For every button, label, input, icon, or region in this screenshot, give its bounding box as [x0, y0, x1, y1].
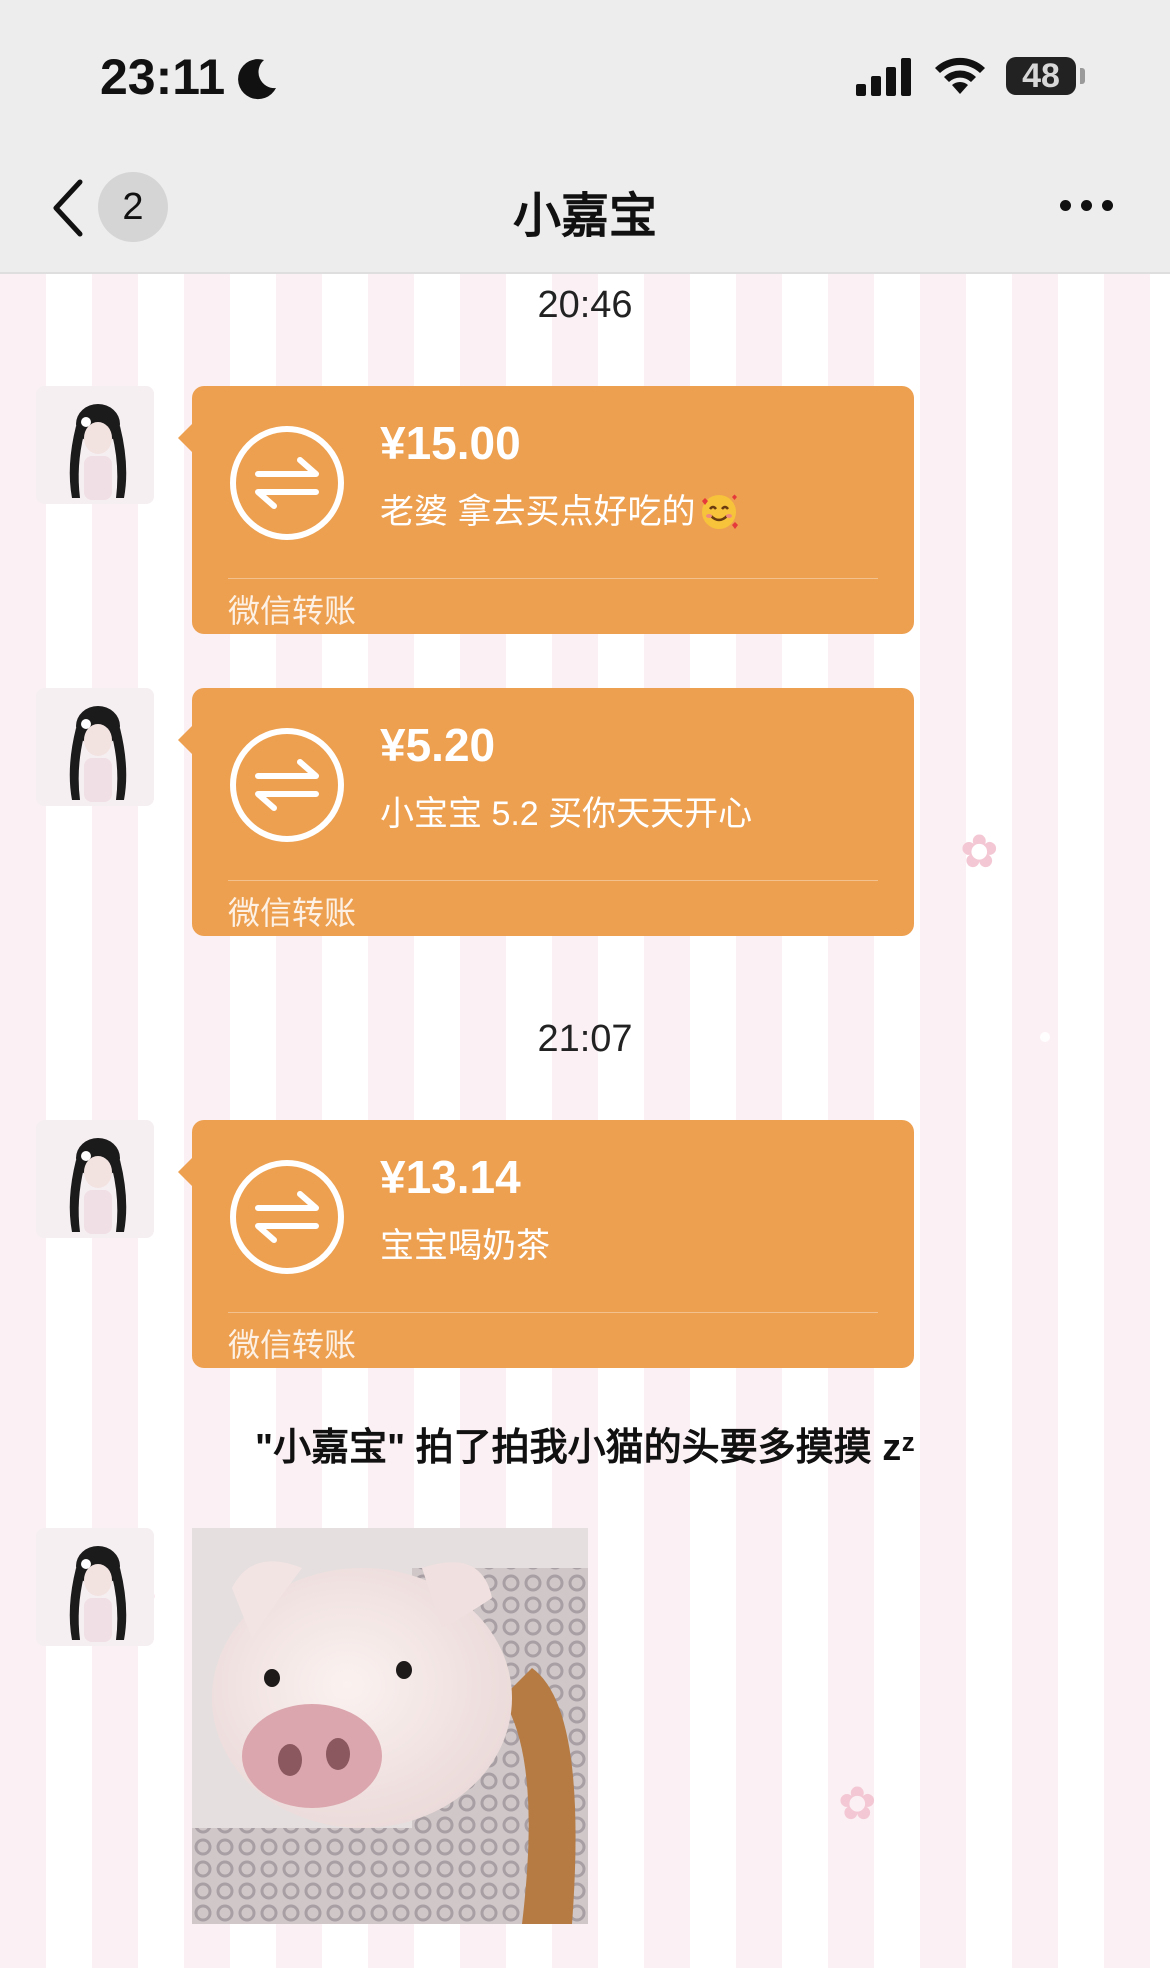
- divider: [228, 1312, 878, 1313]
- signal-icon: [856, 58, 911, 96]
- piglet-photo: [192, 1528, 588, 1924]
- transfer-note: 老婆 拿去买点好吃的: [380, 484, 739, 533]
- image-message[interactable]: [192, 1528, 588, 1924]
- transfer-arrows-icon: [230, 426, 344, 540]
- transfer-note: 宝宝喝奶茶: [380, 1227, 550, 1265]
- more-dots-icon: [1102, 200, 1113, 211]
- message-timestamp: 20:46: [537, 284, 633, 326]
- top-bar: 23:11 48 2 小嘉宝: [0, 0, 1170, 274]
- battery-icon: 48: [1006, 57, 1076, 95]
- contact-avatar[interactable]: [36, 386, 154, 504]
- transfer-type-label: 微信转账: [228, 593, 357, 629]
- battery-tip: [1080, 68, 1085, 84]
- transfer-note-text: 老婆 拿去买点好吃的: [380, 493, 696, 531]
- transfer-note: 小宝宝 5.2 买你天天开心: [380, 795, 753, 833]
- divider: [228, 880, 878, 881]
- chat-title: 小嘉宝: [512, 190, 657, 243]
- transfer-arrows-icon: [230, 1160, 344, 1274]
- moon-icon: [238, 59, 276, 100]
- more-dots-icon: [1081, 200, 1092, 211]
- message-timestamp: 21:07: [537, 1018, 633, 1060]
- transfer-type-label: 微信转账: [228, 1327, 357, 1363]
- wifi-icon: [935, 57, 985, 94]
- pat-system-message: "小嘉宝" 拍了拍我小猫的头要多摸摸 zᶻ: [255, 1427, 915, 1469]
- contact-avatar[interactable]: [36, 688, 154, 806]
- more-options-button[interactable]: [1058, 186, 1118, 226]
- divider: [228, 578, 878, 579]
- smiling-face-with-hearts-icon: [702, 494, 739, 529]
- transfer-type-label: 微信转账: [228, 895, 357, 931]
- contact-avatar[interactable]: [36, 1120, 154, 1238]
- flower-decoration-icon: ✿: [838, 1776, 877, 1830]
- avatar-image: [36, 386, 154, 504]
- transfer-amount: ¥15.00: [380, 417, 521, 469]
- transfer-message[interactable]: ¥5.20 小宝宝 5.2 买你天天开心 微信转账: [178, 688, 914, 936]
- avatar-image: [36, 688, 154, 806]
- avatar-image: [36, 1120, 154, 1238]
- transfer-arrows-icon: [230, 728, 344, 842]
- transfer-message[interactable]: ¥15.00 老婆 拿去买点好吃的 微信转账: [178, 386, 914, 634]
- contact-avatar[interactable]: [36, 1528, 154, 1646]
- transfer-message[interactable]: ¥13.14 宝宝喝奶茶 微信转账: [178, 1120, 914, 1368]
- avatar-image: [36, 1528, 154, 1646]
- transfer-amount: ¥5.20: [380, 719, 496, 771]
- status-time: 23:11: [100, 49, 226, 105]
- transfer-amount: ¥13.14: [380, 1151, 521, 1203]
- more-dots-icon: [1060, 200, 1071, 211]
- chat-screen: ✿ ✿ ✿ 23:11 48 2 小嘉宝: [0, 0, 1170, 1968]
- flower-decoration-icon: ✿: [960, 824, 999, 878]
